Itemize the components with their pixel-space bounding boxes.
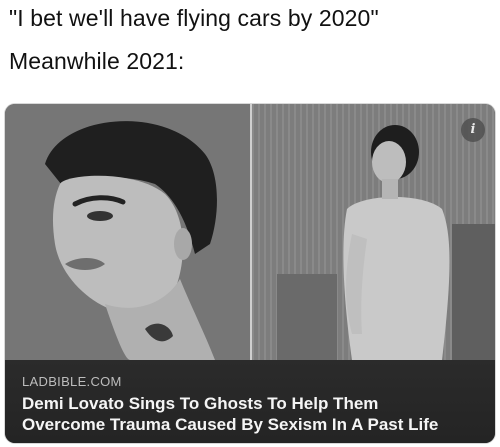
meme-caption-line-1: "I bet we'll have flying cars by 2020" [9,5,379,31]
article-photo-closeup [5,104,250,360]
article-headline[interactable]: Demi Lovato Sings To Ghosts To Help Them… [22,393,482,435]
article-headline-line-2: Overcome Trauma Caused By Sexism In A Pa… [22,415,439,434]
article-card[interactable]: i LADBIBLE.COM Demi Lovato Sings To Ghos… [5,104,495,443]
article-photo-standing [252,104,495,360]
meme-caption-line-2: Meanwhile 2021: [9,48,185,74]
article-card-footer[interactable]: LADBIBLE.COM Demi Lovato Sings To Ghosts… [5,360,495,443]
info-icon[interactable]: i [461,118,485,142]
standing-photo-illustration [252,104,495,360]
article-headline-line-1: Demi Lovato Sings To Ghosts To Help Them [22,394,379,413]
closeup-photo-illustration [5,104,250,360]
article-source: LADBIBLE.COM [22,374,122,389]
